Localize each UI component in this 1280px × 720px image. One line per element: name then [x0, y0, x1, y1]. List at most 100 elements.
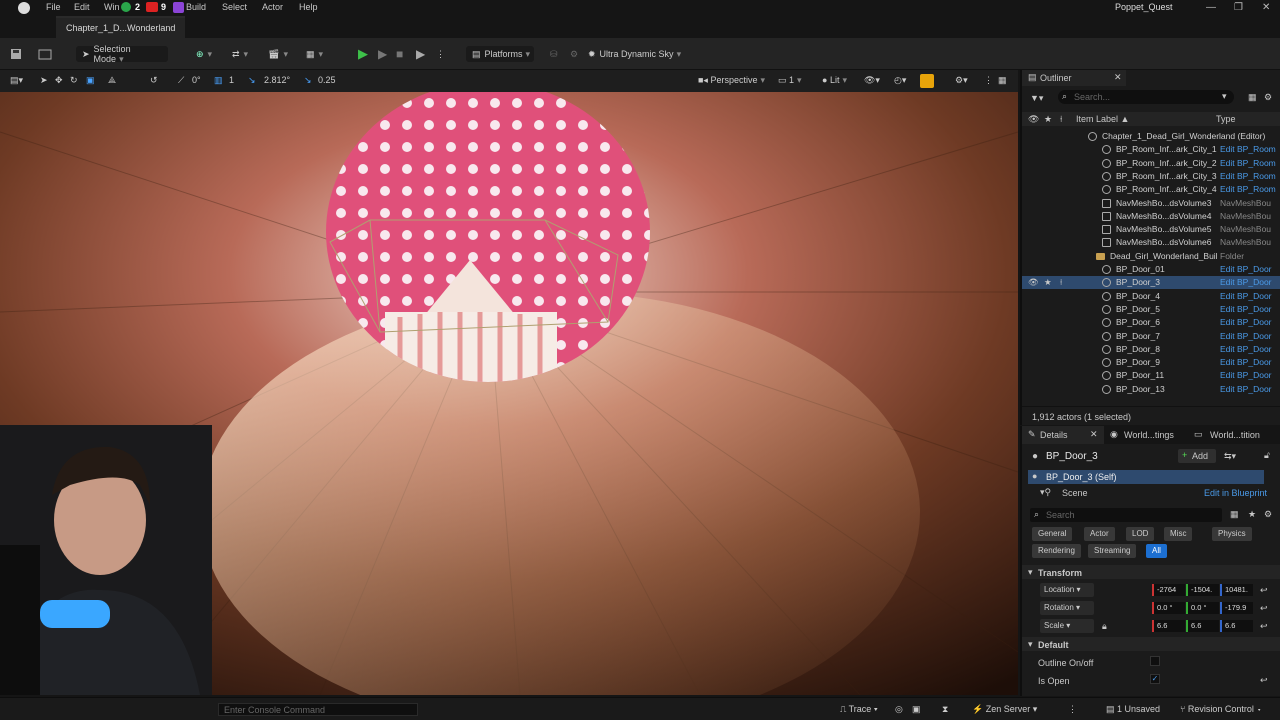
outliner-row[interactable]: BP_Door_4 Edit BP_Door	[1022, 290, 1280, 303]
rotation-y[interactable]: 0.0 °	[1186, 602, 1219, 614]
outliner-row-type[interactable]: Edit BP_Door	[1220, 264, 1272, 274]
blueprint-options-icon[interactable]: ⇆▾	[1224, 451, 1236, 462]
visibility-col-icon[interactable]: 👁︎	[1028, 114, 1039, 125]
filter-rendering[interactable]: Rendering	[1032, 544, 1081, 558]
outliner-row[interactable]: BP_Door_11 Edit BP_Door	[1022, 369, 1280, 382]
save-icon[interactable]	[10, 46, 22, 62]
maximize-icon[interactable]: ❐	[1234, 2, 1243, 13]
scale-label[interactable]: Scale ▾	[1040, 619, 1094, 633]
details-search-input[interactable]: ⌕ Search	[1030, 508, 1222, 522]
property-matrix-icon[interactable]: ▦	[1230, 509, 1239, 520]
filter-icon[interactable]: ▼▾	[1030, 93, 1043, 104]
realtime-toggle-icon[interactable]	[920, 74, 934, 88]
outliner-row[interactable]: BP_Room_Inf...ark_City_2 Edit BP_Room	[1022, 157, 1280, 170]
outliner-row-type[interactable]: Edit BP_Room	[1220, 184, 1276, 194]
scale-y[interactable]: 6.6	[1186, 620, 1219, 632]
add-component-button[interactable]: + Add	[1178, 449, 1216, 463]
filter-all[interactable]: All	[1146, 544, 1167, 558]
level-document-tab[interactable]: Chapter_1_D...Wonderland	[56, 16, 186, 38]
outliner-row-type[interactable]: Edit BP_Door	[1220, 370, 1272, 380]
viewport-menu-icon[interactable]: ▤▾	[10, 75, 23, 86]
ultra-dynamic-sky-dropdown[interactable]: ✹ Ultra Dynamic Sky	[588, 46, 681, 62]
outliner-row[interactable]: 👁︎ ★ ⍿ BP_Door_3 Edit BP_Door	[1022, 276, 1280, 290]
selection-mode-dropdown[interactable]: ➤ Selection Mode	[76, 44, 168, 64]
viewport-settings-icon[interactable]: ⚙▾	[955, 75, 968, 86]
layers-icon[interactable]: ▥	[214, 75, 223, 86]
filter-general[interactable]: General	[1032, 527, 1073, 541]
outliner-row[interactable]: NavMeshBo...dsVolume5 NavMeshBou	[1022, 223, 1280, 236]
menu-file[interactable]: File	[46, 2, 61, 12]
outliner-row[interactable]: BP_Door_13 Edit BP_Door	[1022, 383, 1280, 396]
details-settings-icon[interactable]: ⚙	[1264, 509, 1272, 520]
pin-col-icon[interactable]: ⍿	[1060, 114, 1062, 125]
outliner-row[interactable]: BP_Door_8 Edit BP_Door	[1022, 343, 1280, 356]
location-x[interactable]: -2764	[1152, 584, 1185, 596]
outliner-row-type[interactable]: Edit BP_Door	[1220, 344, 1272, 354]
transform-section-header[interactable]: ▾ Transform	[1022, 565, 1280, 579]
favorite-col-icon[interactable]: ★	[1044, 114, 1052, 125]
outliner-row-type[interactable]: Edit BP_Room	[1220, 171, 1276, 181]
surface-snap-icon[interactable]: ⟁	[108, 75, 116, 86]
location-z[interactable]: 10481.	[1220, 584, 1253, 596]
world-local-icon[interactable]: ↺	[150, 75, 158, 86]
camera-speed-icon[interactable]: ↘	[248, 75, 256, 86]
platforms-dropdown[interactable]: ▤ Platforms	[466, 46, 534, 62]
filter-lod[interactable]: LOD	[1126, 527, 1155, 541]
outliner-row[interactable]: BP_Room_Inf...ark_City_3 Edit BP_Room	[1022, 170, 1280, 183]
item-label-header[interactable]: Item Label ▲	[1076, 114, 1129, 124]
outliner-row[interactable]: Dead_Girl_Wonderland_Buil Folder	[1022, 250, 1280, 263]
edit-in-blueprint-link[interactable]: Edit in Blueprint	[1204, 488, 1267, 498]
viewport-options-icon[interactable]: ⋮	[984, 75, 993, 86]
favorites-icon[interactable]: ★	[1248, 509, 1256, 520]
scale-snap-count[interactable]: 1	[229, 75, 234, 85]
filter-physics[interactable]: Physics	[1212, 527, 1252, 541]
filter-streaming[interactable]: Streaming	[1088, 544, 1137, 558]
add-actor-icon[interactable]: ⊕ ▾	[196, 46, 212, 62]
menu-select[interactable]: Select	[222, 2, 247, 12]
visibility-toggle-icon[interactable]: 👁︎	[1028, 277, 1039, 288]
trace-dropdown[interactable]: ⎍ Trace ▾	[840, 704, 878, 715]
performance-icon[interactable]: ◴▾	[894, 75, 906, 86]
world-settings-tab[interactable]: World...tings	[1124, 430, 1174, 440]
scale-lock-icon[interactable]: 🔒︎	[1102, 621, 1107, 632]
blueprint-icon[interactable]: ⇄ ▾	[232, 46, 248, 62]
lock-details-icon[interactable]: 🔓︎	[1264, 450, 1270, 461]
rotation-x[interactable]: 0.0 °	[1152, 602, 1185, 614]
reset-is-open-icon[interactable]: ↩	[1260, 675, 1268, 686]
add-folder-icon[interactable]: ▦	[1248, 92, 1257, 103]
source-control-icon[interactable]: ⛁	[550, 46, 558, 62]
outline-onoff-checkbox[interactable]	[1150, 656, 1160, 666]
default-section-header[interactable]: ▾ Default	[1022, 637, 1280, 651]
reset-location-icon[interactable]: ↩	[1260, 585, 1268, 596]
record-icon[interactable]: ◎	[895, 704, 903, 715]
menu-actor[interactable]: Actor	[262, 2, 283, 12]
outliner-row[interactable]: BP_Door_5 Edit BP_Door	[1022, 303, 1280, 316]
actor-name[interactable]: BP_Door_3	[1046, 451, 1098, 462]
type-header[interactable]: Type	[1216, 114, 1236, 124]
content-browser-icon[interactable]	[38, 46, 52, 62]
rotation-snap-icon[interactable]: ⟋	[178, 75, 184, 86]
outliner-row[interactable]: BP_Door_01 Edit BP_Door	[1022, 263, 1280, 276]
outliner-row[interactable]: BP_Room_Inf...ark_City_1 Edit BP_Room	[1022, 143, 1280, 156]
minimize-icon[interactable]: —	[1206, 2, 1216, 13]
outliner-search-input[interactable]: ⌕ Search... ▾	[1058, 90, 1234, 104]
settings-icon[interactable]: ⚙	[570, 46, 578, 62]
cinematics-icon[interactable]: 🎬︎ ▾	[268, 46, 288, 62]
outliner-row-type[interactable]: Edit BP_Door	[1220, 357, 1272, 367]
outliner-row[interactable]: BP_Door_9 Edit BP_Door	[1022, 356, 1280, 369]
play-button[interactable]: ▶	[358, 46, 368, 62]
show-flags-icon[interactable]: 👁︎▾	[864, 75, 880, 86]
camera-speed-value[interactable]: 2.812°	[264, 75, 290, 85]
scale-z[interactable]: 6.6	[1220, 620, 1253, 632]
unreal-logo-icon[interactable]	[18, 2, 30, 14]
menu-build[interactable]: Build	[186, 2, 206, 12]
grid-snap-icon[interactable]: ↘	[304, 75, 312, 86]
build-icon[interactable]: ▦ ▾	[306, 46, 323, 62]
component-scene-row[interactable]: ▾⚲ Scene Edit in Blueprint	[1028, 486, 1278, 500]
close-outliner-icon[interactable]: ✕	[1114, 72, 1122, 83]
details-tab[interactable]: ✎ Details ✕	[1022, 426, 1104, 444]
scale-tool-icon[interactable]: ▣	[86, 75, 95, 86]
rotation-label[interactable]: Rotation ▾	[1040, 601, 1094, 615]
select-tool-icon[interactable]: ➤	[40, 75, 48, 86]
lit-dropdown[interactable]: ● Lit	[822, 75, 847, 86]
